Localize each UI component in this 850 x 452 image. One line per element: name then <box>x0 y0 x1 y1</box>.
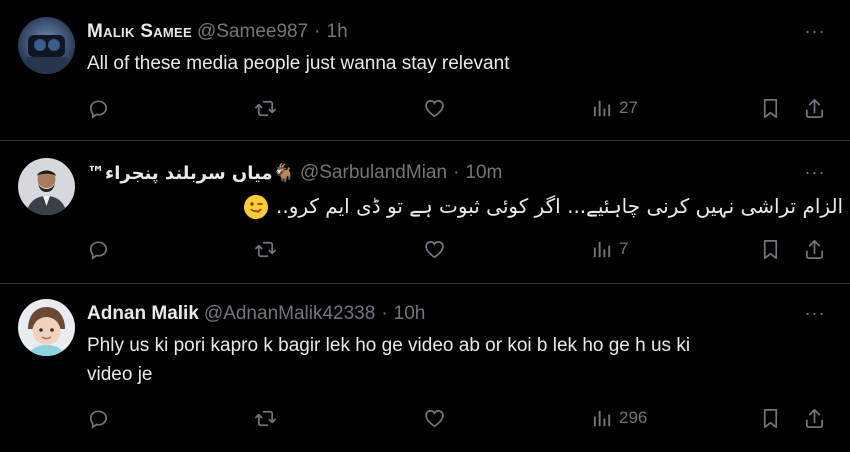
retweet-icon <box>255 410 276 426</box>
bookmark-button[interactable] <box>759 95 782 121</box>
bookmark-icon <box>763 239 778 259</box>
action-bar: 27 <box>0 95 850 121</box>
timestamp[interactable]: 10m <box>465 162 502 184</box>
bookmark-icon <box>763 408 778 428</box>
more-options-icon[interactable]: ··· <box>804 302 826 324</box>
timestamp[interactable]: 1h <box>327 21 348 43</box>
display-name[interactable]: Adnan Malik <box>87 303 199 325</box>
reply-icon <box>89 99 108 119</box>
reply-button[interactable] <box>87 95 110 121</box>
tweet-header: Adnan Malik @AdnanMalik42338 · 10h <box>87 301 425 327</box>
tweet[interactable]: Adnan Malik @AdnanMalik42338 · 10h ··· P… <box>0 284 850 452</box>
like-icon <box>425 240 444 258</box>
tweet-text-line: video je <box>87 364 153 385</box>
winking-face-with-tongue-icon <box>244 194 268 219</box>
like-button[interactable] <box>423 236 446 262</box>
reply-icon <box>89 409 108 429</box>
tweet[interactable]: میاں سربلند پنجراء™‏🐐 @SarbulandMian · 1… <box>0 141 850 284</box>
views-button[interactable]: 296 <box>591 405 647 431</box>
views-button[interactable]: 27 <box>591 95 638 121</box>
avatar[interactable] <box>18 299 75 356</box>
tweet[interactable]: Malik Samee @Samee987 · 1h ··· All of th… <box>0 0 850 141</box>
tweet-text-line: Phly us ki pori kapro k bagir lek ho ge … <box>87 335 691 356</box>
display-name[interactable]: Malik Samee <box>87 21 192 43</box>
separator: · <box>314 21 321 42</box>
reply-button[interactable] <box>87 236 110 262</box>
share-icon <box>805 98 824 118</box>
share-icon <box>805 239 824 259</box>
retweet-button[interactable] <box>254 236 277 262</box>
retweet-button[interactable] <box>254 95 277 121</box>
tweet-header: میاں سربلند پنجراء™‏🐐 @SarbulandMian · 1… <box>87 160 502 186</box>
like-button[interactable] <box>423 405 446 431</box>
retweet-icon <box>255 100 276 116</box>
timestamp[interactable]: 10h <box>394 303 426 325</box>
bookmark-button[interactable] <box>759 405 782 431</box>
views-icon <box>593 241 611 257</box>
more-options-icon[interactable]: ··· <box>804 20 826 42</box>
views-icon <box>593 410 611 426</box>
like-icon <box>425 99 444 117</box>
tweet-text: Phly us ki pori kapro k bagir lek ho ge … <box>87 331 807 389</box>
share-button[interactable] <box>803 405 826 431</box>
like-icon <box>425 409 444 427</box>
bookmark-button[interactable] <box>759 236 782 262</box>
action-bar: 7 <box>0 236 850 262</box>
user-handle[interactable]: @AdnanMalik42338 <box>204 303 375 325</box>
views-count: 296 <box>619 408 648 427</box>
reply-button[interactable] <box>87 405 110 431</box>
avatar[interactable] <box>18 17 75 74</box>
share-icon <box>805 408 824 428</box>
separator: · <box>453 162 460 183</box>
share-button[interactable] <box>803 236 826 262</box>
like-button[interactable] <box>423 95 446 121</box>
reply-feed: Malik Samee @Samee987 · 1h ··· All of th… <box>0 0 850 452</box>
views-count: 27 <box>619 98 638 117</box>
more-options-icon[interactable]: ··· <box>804 161 826 183</box>
share-button[interactable] <box>803 95 826 121</box>
views-button[interactable]: 7 <box>591 236 628 262</box>
separator: · <box>381 303 388 324</box>
reply-icon <box>89 240 108 260</box>
tweet-header: Malik Samee @Samee987 · 1h <box>87 19 348 45</box>
retweet-button[interactable] <box>254 405 277 431</box>
tweet-text: الزام تراشی نہیں کرنی چاہئیے... اگر کوئی… <box>87 192 843 221</box>
views-count: 7 <box>619 239 629 258</box>
user-handle[interactable]: @Samee987 <box>197 21 308 43</box>
retweet-icon <box>255 241 276 257</box>
bookmark-icon <box>763 98 778 118</box>
user-handle[interactable]: @SarbulandMian <box>300 162 447 184</box>
action-bar: 296 <box>0 405 850 431</box>
avatar[interactable] <box>18 158 75 215</box>
tweet-urdu-text: الزام تراشی نہیں کرنی چاہئیے... اگر کوئی… <box>276 194 844 218</box>
display-name[interactable]: میاں سربلند پنجراء™‏🐐 <box>87 163 295 184</box>
tweet-text: All of these media people just wanna sta… <box>87 53 510 74</box>
views-icon <box>593 100 611 116</box>
